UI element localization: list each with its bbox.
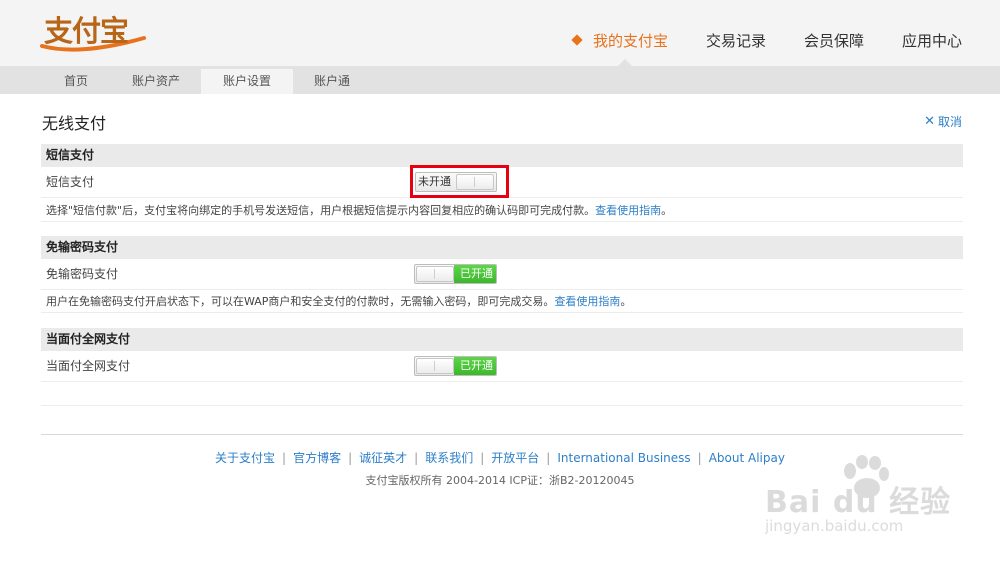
nav-label: 应用中心 (901, 32, 962, 50)
empty-row (41, 382, 963, 406)
highlight-box (410, 165, 509, 198)
nav-label: 交易记录 (705, 32, 766, 50)
sub-nav: 首页 账户资产 账户设置 账户通 (0, 66, 1000, 94)
description-end: 。 (620, 295, 632, 308)
footer-link-international[interactable]: International Business (557, 451, 690, 465)
toggle-state-label: 已开通 (460, 359, 493, 372)
description-end: 。 (661, 204, 673, 217)
baidu-jingyan-watermark: Bai du 经验 jingyan.baidu.com (760, 455, 960, 545)
row-face-to-face: 当面付全网支付 (41, 351, 963, 382)
nav-app-center[interactable]: 应用中心 (902, 30, 962, 51)
subnav-account-settings[interactable]: 账户设置 (201, 69, 293, 94)
toggle-state-label: 已开通 (460, 267, 493, 280)
cancel-button[interactable]: ✕ 取消 (924, 113, 962, 130)
row-password-free: 免输密码支付 (41, 259, 963, 290)
footer-link-careers[interactable]: 诚征英才 (359, 451, 407, 465)
face-to-face-toggle[interactable]: 已开通 (414, 356, 497, 376)
description-text: 用户在免输密码支付开启状态下，可以在WAP商户和安全支付的付款时，无需输入密码，… (46, 295, 555, 308)
footer-link-about[interactable]: 关于支付宝 (215, 451, 275, 465)
row-label: 免输密码支付 (46, 267, 119, 281)
nav-label: 会员保障 (803, 32, 864, 50)
nav-transactions[interactable]: 交易记录 (706, 30, 766, 51)
alipay-logo[interactable]: 支付宝 (40, 6, 152, 54)
footer-link-open-platform[interactable]: 开放平台 (491, 451, 539, 465)
nav-member-protection[interactable]: 会员保障 (804, 30, 864, 51)
section-heading-password-free: 免输密码支付 (41, 236, 963, 259)
watermark-url: jingyan.baidu.com (765, 517, 904, 535)
section-heading-sms: 短信支付 (41, 144, 963, 167)
sms-guide-link[interactable]: 查看使用指南 (595, 204, 661, 217)
subnav-account-assets[interactable]: 账户资产 (124, 69, 188, 94)
active-caret-icon (617, 59, 632, 66)
footer-divider (41, 434, 963, 435)
main-nav: 我的支付宝 交易记录 会员保障 应用中心 (535, 30, 962, 66)
password-free-description: 用户在免输密码支付开启状态下，可以在WAP商户和安全支付的付款时，无需输入密码，… (41, 290, 963, 313)
cancel-label: 取消 (937, 115, 962, 129)
active-diamond-icon (571, 34, 583, 46)
password-free-toggle[interactable]: 已开通 (414, 264, 497, 284)
nav-my-alipay[interactable]: 我的支付宝 (571, 30, 668, 66)
description-text: 选择"短信付款"后，支付宝将向绑定的手机号发送短信，用户根据短信提示内容回复相应… (46, 204, 596, 217)
sms-description: 选择"短信付款"后，支付宝将向绑定的手机号发送短信，用户根据短信提示内容回复相应… (41, 199, 963, 222)
subnav-home[interactable]: 首页 (46, 69, 106, 94)
top-header: 支付宝 我的支付宝 交易记录 会员保障 应用中心 (0, 0, 1000, 66)
section-heading-face-to-face: 当面付全网支付 (41, 328, 963, 351)
toggle-knob (416, 358, 454, 374)
nav-label: 我的支付宝 (592, 32, 668, 50)
subnav-account-link[interactable]: 账户通 (304, 69, 360, 94)
toggle-knob (416, 266, 454, 282)
watermark-brand: Bai du 经验 (765, 485, 952, 520)
footer-link-blog[interactable]: 官方博客 (293, 451, 341, 465)
page-title: 无线支付 (42, 114, 107, 133)
close-icon: ✕ (924, 114, 935, 129)
logo-text: 支付宝 (44, 14, 129, 48)
footer-link-contact[interactable]: 联系我们 (425, 451, 473, 465)
row-label: 短信支付 (46, 175, 95, 189)
row-label: 当面付全网支付 (46, 359, 131, 373)
password-free-guide-link[interactable]: 查看使用指南 (554, 295, 620, 308)
